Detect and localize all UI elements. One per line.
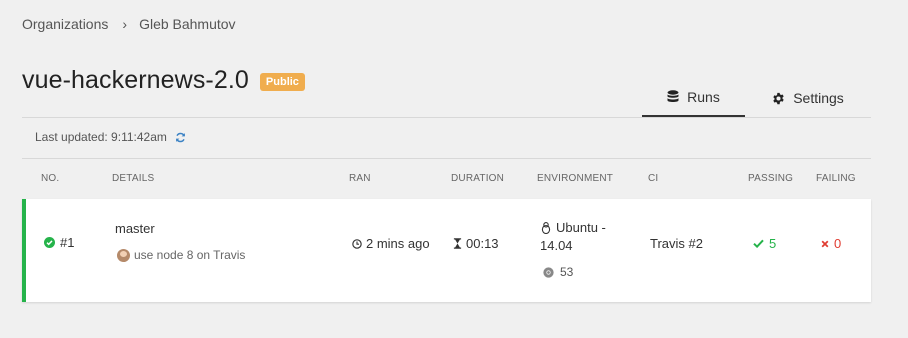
passing-count: 5 xyxy=(753,236,776,251)
commit-message: use node 8 on Travis xyxy=(134,248,246,262)
passing-count-label: 5 xyxy=(769,236,777,251)
hourglass-icon xyxy=(453,238,462,249)
tab-runs[interactable]: Runs xyxy=(642,78,745,118)
header-duration: DURATION xyxy=(451,173,505,184)
environment-browser: 53 xyxy=(543,265,573,279)
gear-icon xyxy=(773,92,784,104)
branch-name: master xyxy=(115,221,155,236)
linux-icon xyxy=(541,222,551,234)
database-icon xyxy=(667,90,679,103)
breadcrumb-separator-icon: › xyxy=(122,16,128,32)
refresh-icon[interactable] xyxy=(175,132,186,143)
check-circle-icon xyxy=(44,237,55,248)
tab-settings-label: Settings xyxy=(793,90,844,106)
visibility-badge: Public xyxy=(259,72,305,91)
header-no: NO. xyxy=(41,173,60,184)
run-number: #1 xyxy=(44,235,74,250)
project-tabs: Runs Settings xyxy=(642,78,871,118)
header-details: DETAILS xyxy=(112,173,155,184)
os-version: 14.04 xyxy=(540,238,573,253)
duration: 00:13 xyxy=(453,236,499,251)
clock-icon xyxy=(352,238,362,249)
header-passing: PASSING xyxy=(748,173,794,184)
table-row[interactable]: #1 master use node 8 on Travis 2 mins ag… xyxy=(22,199,871,302)
ci-build-link[interactable]: Travis #2 xyxy=(650,236,703,251)
check-icon xyxy=(753,239,764,248)
header-failing: FAILING xyxy=(816,173,856,184)
breadcrumb-organizations-link[interactable]: Organizations xyxy=(22,16,108,32)
last-updated-text: Last updated: 9:11:42am xyxy=(35,130,167,144)
chrome-icon xyxy=(543,266,554,278)
ran-time-label: 2 mins ago xyxy=(366,236,430,251)
breadcrumb: Organizations › Gleb Bahmutov xyxy=(22,16,236,32)
header-ci: CI xyxy=(648,173,659,184)
failing-count: 0 xyxy=(821,236,841,251)
commit-info: use node 8 on Travis xyxy=(117,248,245,262)
tab-settings[interactable]: Settings xyxy=(745,78,871,118)
header-divider xyxy=(22,117,871,118)
run-number-label: #1 xyxy=(60,235,75,250)
browser-version: 53 xyxy=(560,265,574,279)
header-ran: RAN xyxy=(349,173,371,184)
ran-time: 2 mins ago xyxy=(352,236,430,251)
avatar xyxy=(117,248,130,262)
tab-runs-label: Runs xyxy=(687,88,720,105)
table-divider xyxy=(22,158,871,159)
project-header: vue-hackernews-2.0 Public xyxy=(22,66,305,95)
close-icon xyxy=(821,240,829,247)
page-title: vue-hackernews-2.0 xyxy=(22,66,249,94)
failing-count-label: 0 xyxy=(834,236,842,251)
last-updated: Last updated: 9:11:42am xyxy=(35,130,186,144)
breadcrumb-user: Gleb Bahmutov xyxy=(139,16,236,32)
duration-label: 00:13 xyxy=(466,236,499,251)
os-name: Ubuntu - xyxy=(556,220,606,235)
environment-os: Ubuntu - xyxy=(541,220,606,235)
header-environment: ENVIRONMENT xyxy=(537,173,614,184)
